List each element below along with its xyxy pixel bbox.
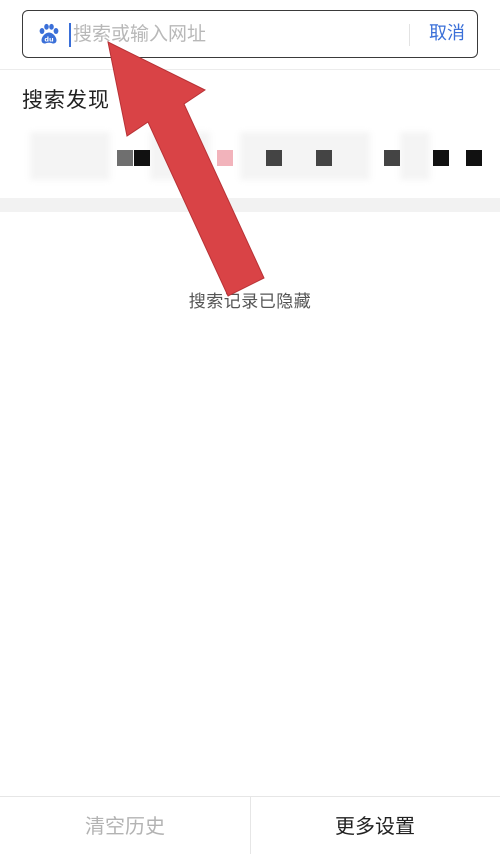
baidu-paw-icon: du: [39, 23, 59, 44]
header-divider: [0, 69, 500, 70]
mosaic-pixel: [217, 150, 233, 166]
mosaic-pixel: [466, 150, 482, 166]
mosaic-pixel: [134, 150, 150, 166]
mosaic-pixel: [266, 150, 282, 166]
search-bar[interactable]: du 取消: [22, 10, 478, 58]
section-separator: [0, 198, 500, 212]
svg-text:du: du: [44, 36, 54, 44]
search-page: du 取消 搜索发现 搜索记录已隐藏 清空历史 更多设置: [0, 0, 500, 854]
obscured-item: [150, 132, 210, 180]
obscured-item: [400, 132, 430, 180]
mosaic-pixel: [117, 150, 133, 166]
text-cursor: [69, 23, 71, 47]
more-settings-button[interactable]: 更多设置: [250, 797, 500, 854]
search-input[interactable]: [73, 17, 403, 51]
obscured-item: [240, 132, 370, 180]
cancel-button[interactable]: 取消: [421, 20, 473, 48]
history-hidden-status: 搜索记录已隐藏: [188, 292, 312, 312]
mosaic-pixel: [316, 150, 332, 166]
clear-history-button[interactable]: 清空历史: [0, 797, 250, 854]
obscured-item: [30, 132, 110, 180]
search-bar-divider: [409, 24, 410, 46]
discover-section-title: 搜索发现: [22, 88, 110, 112]
bottom-action-bar: 清空历史 更多设置: [0, 796, 500, 854]
mosaic-pixel: [384, 150, 400, 166]
discover-list-obscured: [0, 120, 500, 190]
mosaic-pixel: [433, 150, 449, 166]
